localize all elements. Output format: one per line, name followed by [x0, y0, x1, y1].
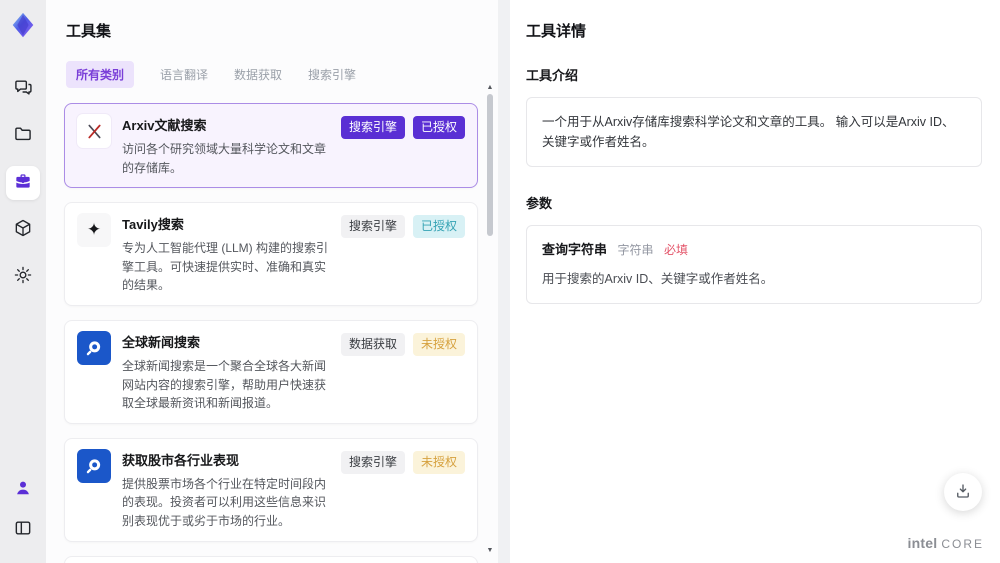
params-heading: 参数 — [526, 196, 553, 211]
tab-1[interactable]: 语言翻译 — [160, 61, 208, 88]
intro-box: 一个用于从Arxiv存储库搜索科学论文和文章的工具。 输入可以是Arxiv ID… — [526, 97, 982, 167]
blue-search-icon — [77, 448, 111, 483]
tool-name: Arxiv文献搜索 — [122, 118, 207, 133]
tool-name: 全球新闻搜索 — [122, 334, 201, 350]
scrollbar-thumb[interactable] — [487, 94, 493, 236]
auth-status-badge: 已授权 — [412, 215, 465, 238]
auth-status-badge: 已授权 — [412, 116, 465, 139]
tool-card[interactable]: 获取股市各行业表现 提供股票市场各个行业在特定时间段内的表现。投资者可以利用这些… — [64, 437, 478, 542]
download-button[interactable] — [944, 473, 982, 511]
gear-icon — [13, 265, 33, 290]
tool-list-panel: 工具集 所有类别 语言翻译 数据获取 搜索引擎 Arxiv文献搜索 访问各个研究领域大… — [46, 0, 498, 563]
list-scrollbar[interactable]: ▲ ▼ — [485, 84, 495, 555]
sidebar-item-chat[interactable] — [6, 72, 40, 106]
tool-description: 提供股票市场各个行业在特定时间段内的表现。投资者可以利用这些信息来识别表现优于或… — [122, 476, 327, 528]
package-icon — [13, 218, 33, 243]
sidebar-item-user[interactable] — [6, 473, 40, 507]
toolbox-icon — [13, 171, 33, 196]
intel-core-logo: intel CORE — [908, 535, 984, 551]
blue-search-icon — [77, 330, 111, 365]
sidebar-item-collapse[interactable] — [6, 513, 40, 547]
intro-heading: 工具介绍 — [526, 68, 579, 83]
param-name: 查询字符串 — [542, 242, 608, 257]
folder-icon — [13, 124, 33, 149]
tool-detail-panel: 工具详情 工具介绍 一个用于从Arxiv存储库搜索科学论文和文章的工具。 输入可… — [510, 0, 1000, 563]
param-box: 查询字符串 字符串 必填 用于搜索的Arxiv ID、关键字或作者姓名。 — [526, 225, 982, 304]
tool-card[interactable]: 全球新闻搜索 全球新闻搜索是一个聚合全球各大新闻网站内容的搜索引擎，帮助用户快速… — [64, 319, 478, 424]
brand-core: CORE — [941, 537, 984, 551]
tool-name: Tavily搜索 — [122, 217, 184, 233]
auth-status-badge: 未授权 — [412, 332, 465, 356]
app-logo-icon — [7, 8, 39, 42]
scrollbar-up-arrow[interactable]: ▲ — [485, 84, 495, 92]
app-window: 工具集 所有类别 语言翻译 数据获取 搜索引擎 Arxiv文献搜索 访问各个研究领域大… — [0, 0, 1000, 563]
auth-status-badge: 未授权 — [412, 450, 465, 474]
tool-description: 访问各个研究领域大量科学论文和文章的存储库。 — [122, 142, 327, 175]
sparkle-icon: ✦ — [77, 213, 111, 248]
brand-intel: intel — [907, 535, 938, 551]
download-icon — [954, 482, 972, 503]
category-tabs: 所有类别 语言翻译 数据获取 搜索引擎 — [64, 61, 498, 88]
sidebar-item-tools[interactable] — [6, 166, 40, 200]
tab-2[interactable]: 数据获取 — [234, 61, 282, 88]
chat-icon — [13, 77, 33, 102]
tool-description: 专为人工智能代理 (LLM) 构建的搜索引擎工具。可快速提供实时、准确和真实的结… — [122, 241, 329, 293]
sidebar-item-packages[interactable] — [6, 213, 40, 247]
tab-3[interactable]: 搜索引擎 — [308, 61, 356, 88]
detail-title: 工具详情 — [526, 23, 587, 40]
tool-card[interactable]: Arxiv文献搜索 访问各个研究领域大量科学论文和文章的存储库。 搜索引擎 已授… — [64, 103, 478, 189]
scrollbar-down-arrow[interactable]: ▼ — [485, 547, 495, 555]
param-required-badge: 必填 — [664, 243, 689, 257]
param-header: 查询字符串 字符串 必填 — [542, 240, 966, 261]
page-title: 工具集 — [66, 23, 112, 40]
tool-description: 全球新闻搜索是一个聚合全球各大新闻网站内容的搜索引擎，帮助用户快速获取全球最新资… — [122, 358, 327, 411]
category-badge: 搜索引擎 — [340, 450, 405, 474]
category-badge: 搜索引擎 — [340, 215, 405, 238]
param-description: 用于搜索的Arxiv ID、关键字或作者姓名。 — [542, 271, 774, 286]
user-icon — [13, 478, 33, 503]
left-rail — [0, 0, 46, 563]
tool-card[interactable]: ✦ Tavily搜索 专为人工智能代理 (LLM) 构建的搜索引擎工具。可快速提… — [64, 202, 478, 306]
panel-layout-icon — [13, 518, 33, 543]
arxiv-icon — [77, 114, 111, 148]
tool-cards: Arxiv文献搜索 访问各个研究领域大量科学论文和文章的存储库。 搜索引擎 已授… — [64, 103, 498, 563]
tool-name: 获取股市各行业表现 — [122, 452, 240, 468]
sidebar-item-settings[interactable] — [6, 260, 40, 294]
sidebar-item-files[interactable] — [6, 119, 40, 153]
param-type: 字符串 — [617, 243, 654, 257]
panel-divider — [498, 0, 510, 563]
tab-all-categories[interactable]: 所有类别 — [66, 61, 135, 88]
category-badge: 数据获取 — [340, 332, 405, 356]
tool-card[interactable]: 获取市场最活跃股票信息 提供当天交易量最高的股票列表，投资者可以利用这些信息来识… — [64, 555, 478, 563]
category-badge: 搜索引擎 — [340, 116, 405, 139]
